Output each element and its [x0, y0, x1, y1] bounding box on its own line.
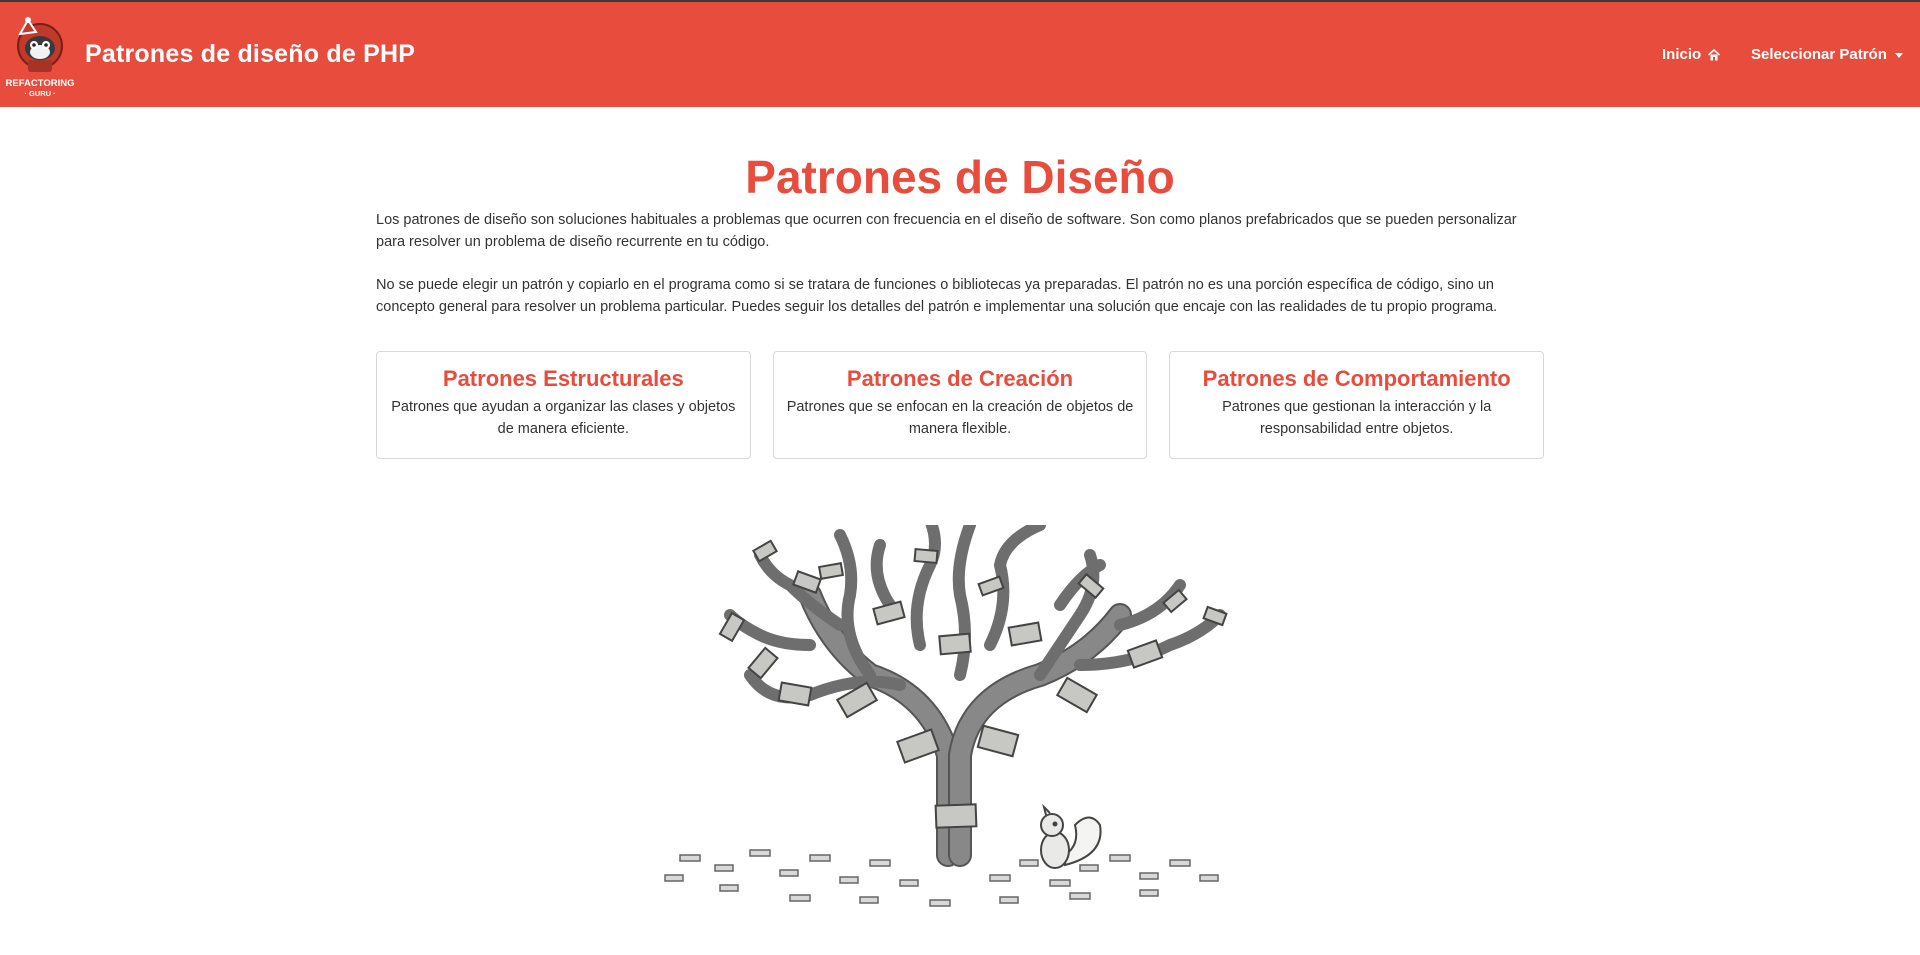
card-description: Patrones que gestionan la interacción y …	[1222, 399, 1492, 437]
select-pattern-dropdown[interactable]: Seleccionar Patrón	[1751, 46, 1903, 63]
svg-text:· GURU ·: · GURU ·	[24, 89, 55, 98]
intro-paragraph: No se puede elegir un patrón y copiarlo …	[376, 277, 1498, 315]
page-title: Patrones de Diseño	[745, 151, 1175, 203]
main-content: Patrones de Diseño Los patrones de diseñ…	[376, 107, 1545, 459]
intro-text: Los patrones de diseño son soluciones ha…	[376, 209, 1544, 318]
nav-home-label: Inicio	[1662, 46, 1702, 63]
nav-home-link[interactable]: Inicio	[1662, 46, 1721, 63]
select-pattern-label: Seleccionar Patrón	[1751, 46, 1887, 63]
pattern-categories: Patrones Estructurales Patrones que ayud…	[376, 351, 1545, 459]
card-title: Patrones Estructurales	[442, 366, 684, 391]
top-navbar: REFACTORING · GURU · Patrones de diseño …	[0, 0, 1920, 107]
svg-text:REFACTORING: REFACTORING	[6, 78, 74, 89]
design-patterns-tree-illustration	[664, 525, 1228, 907]
card-behavioral-patterns[interactable]: Patrones de Comportamiento Patrones que …	[1169, 351, 1545, 459]
card-title: Patrones de Creación	[846, 366, 1074, 391]
squirrel	[1040, 803, 1102, 869]
refactoring-guru-logo[interactable]: REFACTORING · GURU ·	[6, 14, 74, 100]
card-creational-patterns[interactable]: Patrones de Creación Patrones que se enf…	[772, 351, 1148, 459]
card-title: Patrones de Comportamiento	[1202, 366, 1511, 391]
caret-down-icon	[1894, 53, 1903, 58]
intro-paragraph: Los patrones de diseño son soluciones ha…	[376, 212, 1517, 250]
home-icon	[1708, 48, 1721, 60]
card-structural-patterns[interactable]: Patrones Estructurales Patrones que ayud…	[376, 351, 751, 459]
site-title[interactable]: Patrones de diseño de PHP	[85, 40, 415, 69]
card-description: Patrones que ayudan a organizar las clas…	[391, 399, 736, 437]
card-description: Patrones que se enfocan en la creación d…	[786, 399, 1134, 437]
